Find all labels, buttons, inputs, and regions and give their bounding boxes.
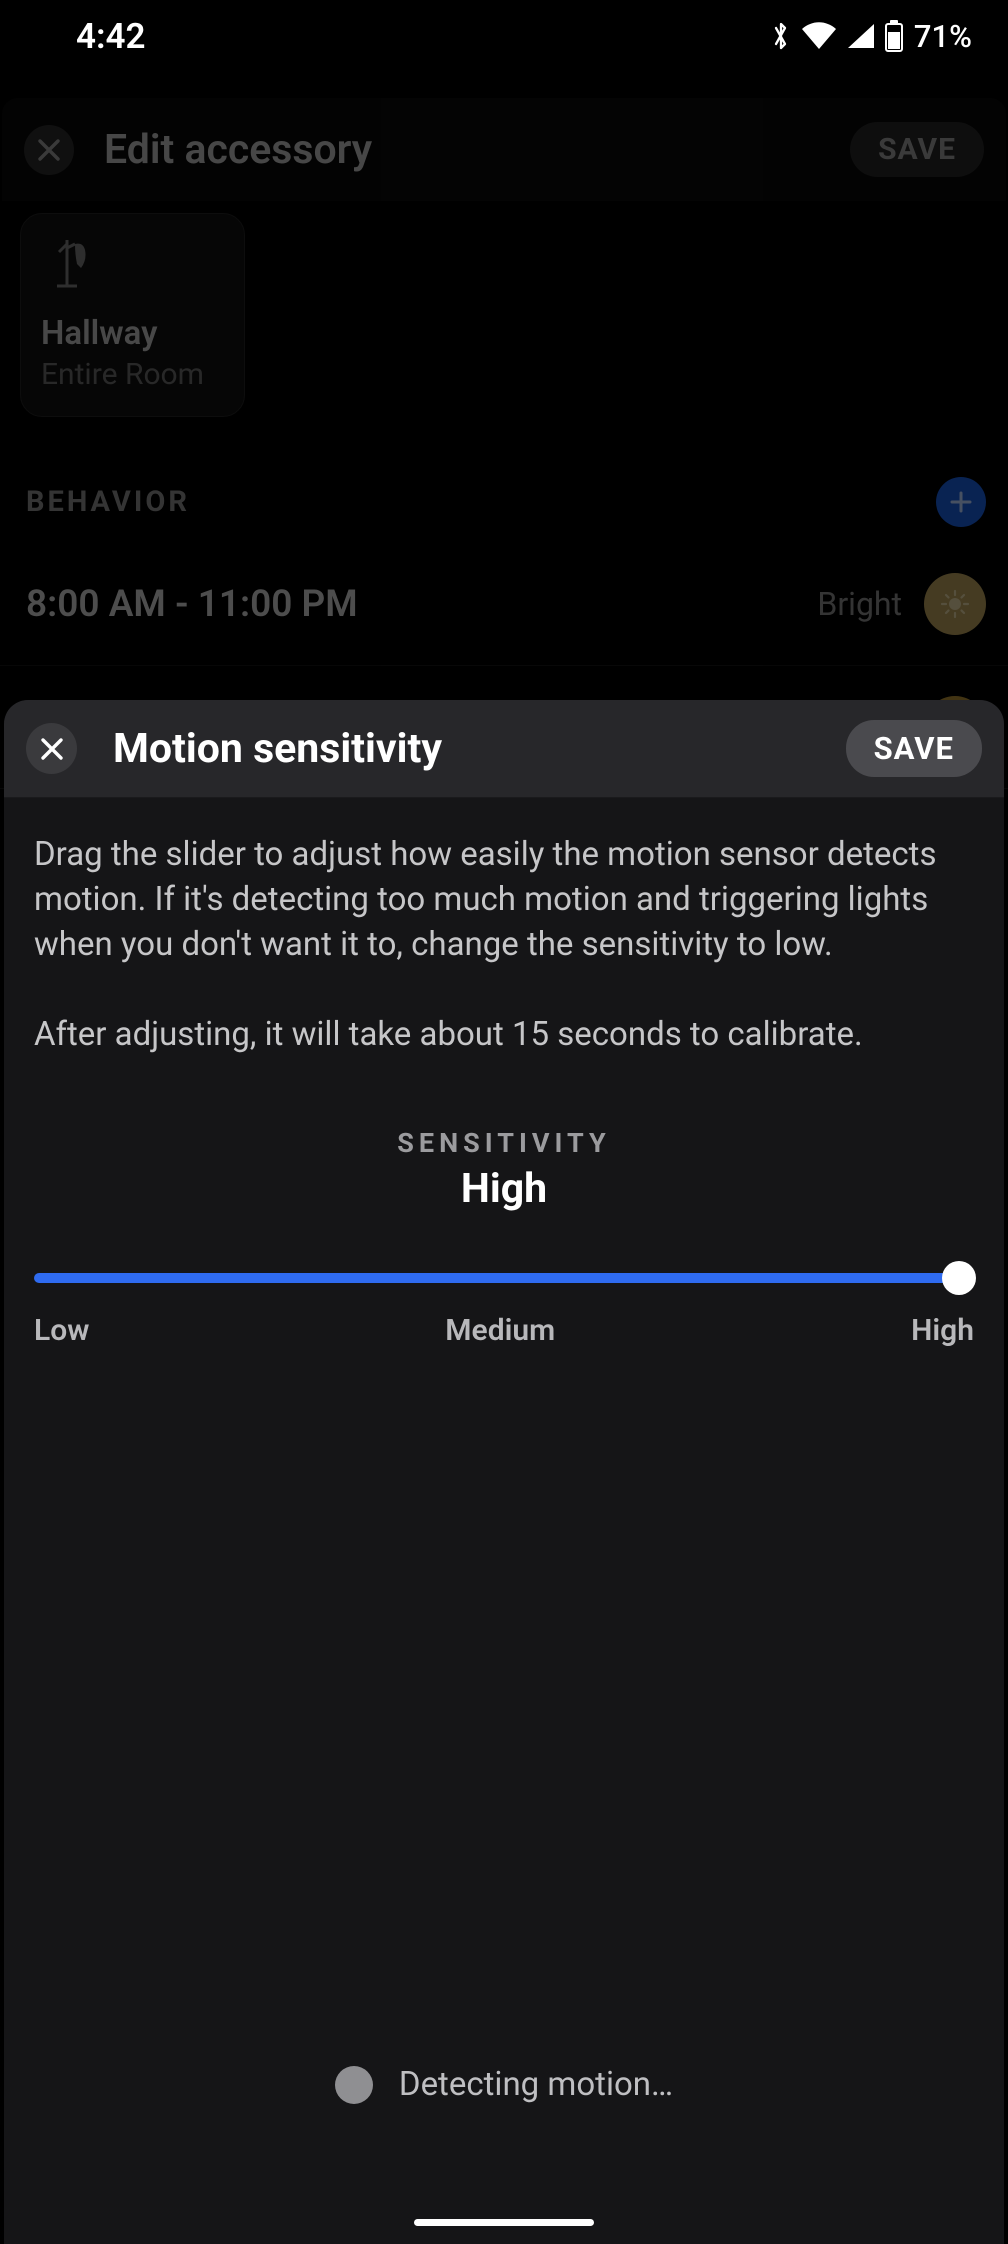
status-time: 4:42 xyxy=(76,16,146,57)
save-button[interactable]: SAVE xyxy=(850,122,984,177)
modal-header: Motion sensitivity SAVE xyxy=(4,700,1004,798)
home-indicator[interactable] xyxy=(414,2219,594,2226)
slider-tick-low: Low xyxy=(34,1313,89,1348)
bg-header: Edit accessory SAVE xyxy=(2,98,1006,201)
room-subtitle: Entire Room xyxy=(41,357,224,392)
description-paragraph: Drag the slider to adjust how easily the… xyxy=(34,832,974,968)
status-indicator-icon xyxy=(335,2066,373,2104)
behavior-time-range: 8:00 AM - 11:00 PM xyxy=(26,583,358,626)
battery-percent: 71% xyxy=(914,18,972,55)
behavior-section-label: BEHAVIOR xyxy=(26,485,190,519)
cellular-icon xyxy=(846,22,876,50)
wifi-icon xyxy=(800,21,838,51)
close-button[interactable] xyxy=(24,125,74,175)
behavior-mode-label: Bright xyxy=(817,585,902,623)
status-icons: 71% xyxy=(770,18,972,55)
slider-tick-labels: Low Medium High xyxy=(34,1313,974,1348)
slider-track xyxy=(34,1273,974,1283)
detecting-label: Detecting motion… xyxy=(399,2065,673,2104)
brightness-icon xyxy=(924,573,986,635)
sensitivity-value: High xyxy=(34,1165,974,1213)
behavior-header: BEHAVIOR xyxy=(0,477,1008,527)
bluetooth-icon xyxy=(770,19,792,53)
behavior-row[interactable]: 8:00 AM - 11:00 PM Bright xyxy=(0,543,1008,666)
save-button[interactable]: SAVE xyxy=(846,720,982,777)
coat-rack-icon xyxy=(41,234,224,294)
modal-title: Motion sensitivity xyxy=(113,725,810,773)
sensitivity-heading: SENSITIVITY xyxy=(34,1127,974,1159)
sensitivity-slider[interactable]: Low Medium High xyxy=(34,1261,974,1348)
close-icon xyxy=(39,736,65,762)
slider-thumb[interactable] xyxy=(942,1261,976,1295)
description-paragraph: After adjusting, it will take about 15 s… xyxy=(34,1012,974,1057)
close-button[interactable] xyxy=(26,723,77,774)
modal-description: Drag the slider to adjust how easily the… xyxy=(34,832,974,1057)
room-name: Hallway xyxy=(41,314,224,353)
slider-tick-medium: Medium xyxy=(445,1313,555,1348)
motion-sensitivity-sheet: Motion sensitivity SAVE Drag the slider … xyxy=(4,700,1004,2244)
battery-icon xyxy=(884,20,904,52)
plus-icon xyxy=(948,489,974,515)
page-title: Edit accessory xyxy=(104,126,820,174)
room-card[interactable]: Hallway Entire Room xyxy=(20,213,245,417)
status-bar: 4:42 71% xyxy=(0,0,1008,70)
detecting-status: Detecting motion… xyxy=(4,2065,1004,2104)
close-icon xyxy=(36,137,62,163)
add-behavior-button[interactable] xyxy=(936,477,986,527)
slider-tick-high: High xyxy=(911,1313,974,1348)
